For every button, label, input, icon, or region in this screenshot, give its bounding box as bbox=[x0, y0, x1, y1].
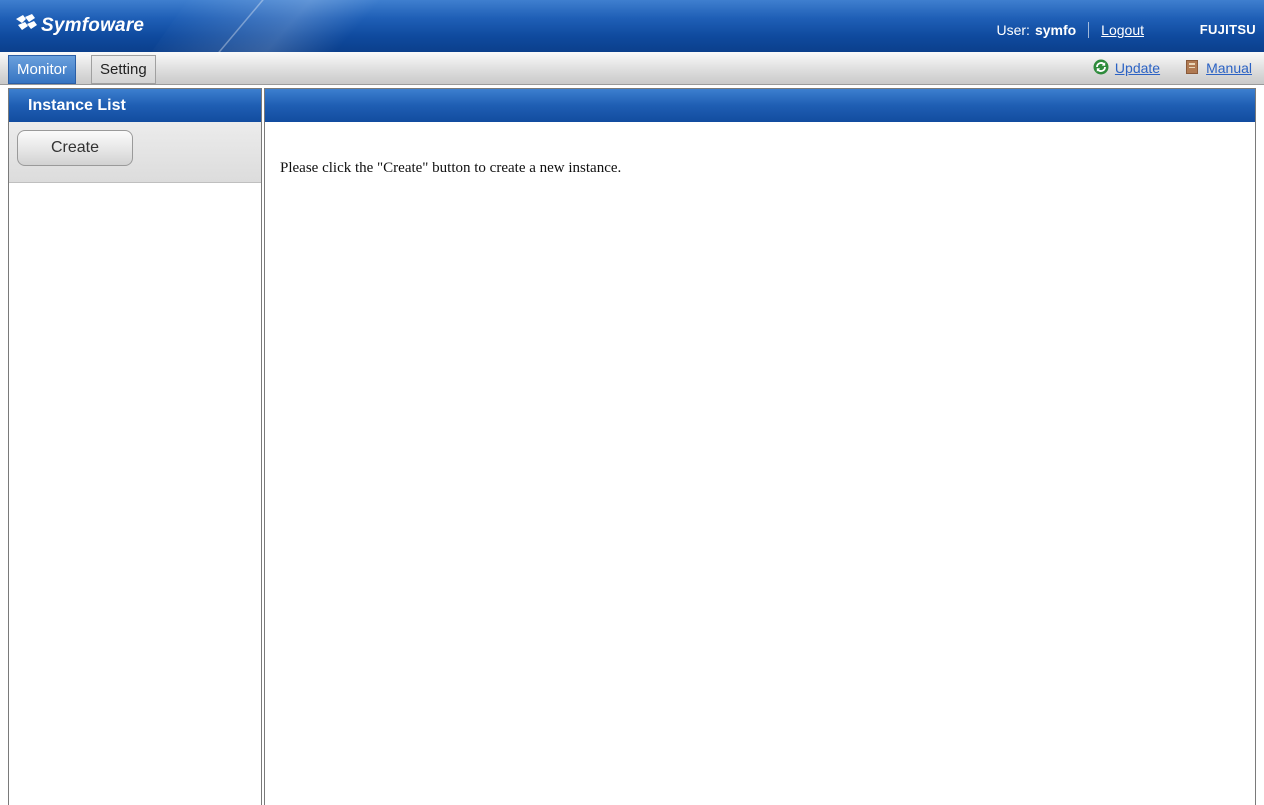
panel-toolbar: Create bbox=[9, 122, 261, 183]
user-label: User: bbox=[996, 22, 1030, 38]
symfoware-logo-icon bbox=[14, 13, 38, 38]
instance-list-panel: Instance List Create bbox=[8, 88, 262, 805]
menu-actions: Update Manual bbox=[1093, 58, 1252, 78]
tab-monitor[interactable]: Monitor bbox=[8, 55, 77, 84]
update-link[interactable]: Update bbox=[1115, 60, 1160, 76]
refresh-icon[interactable] bbox=[1093, 59, 1109, 78]
fujitsu-logo: FUJITSU bbox=[1199, 22, 1256, 37]
app-name: Symfoware bbox=[41, 14, 145, 36]
logout-link[interactable]: Logout bbox=[1101, 22, 1144, 38]
user-area: User: symfo Logout bbox=[996, 22, 1144, 38]
book-icon[interactable] bbox=[1184, 59, 1200, 78]
main-panel: Please click the "Create" button to crea… bbox=[264, 88, 1256, 805]
create-button[interactable]: Create bbox=[17, 130, 133, 166]
divider bbox=[1088, 22, 1090, 38]
app-header: Symfoware User: symfo Logout FUJITSU bbox=[0, 0, 1264, 52]
manual-link[interactable]: Manual bbox=[1206, 60, 1252, 76]
app-logo: Symfoware bbox=[14, 13, 144, 38]
main-panel-header bbox=[265, 89, 1255, 122]
instruction-message: Please click the "Create" button to crea… bbox=[280, 160, 622, 176]
header-decoration bbox=[117, 0, 463, 52]
user-name: symfo bbox=[1034, 22, 1077, 38]
menu-bar: Monitor Setting Update Manual bbox=[0, 52, 1264, 85]
panel-title: Instance List bbox=[9, 89, 261, 122]
tab-setting[interactable]: Setting bbox=[91, 55, 156, 84]
